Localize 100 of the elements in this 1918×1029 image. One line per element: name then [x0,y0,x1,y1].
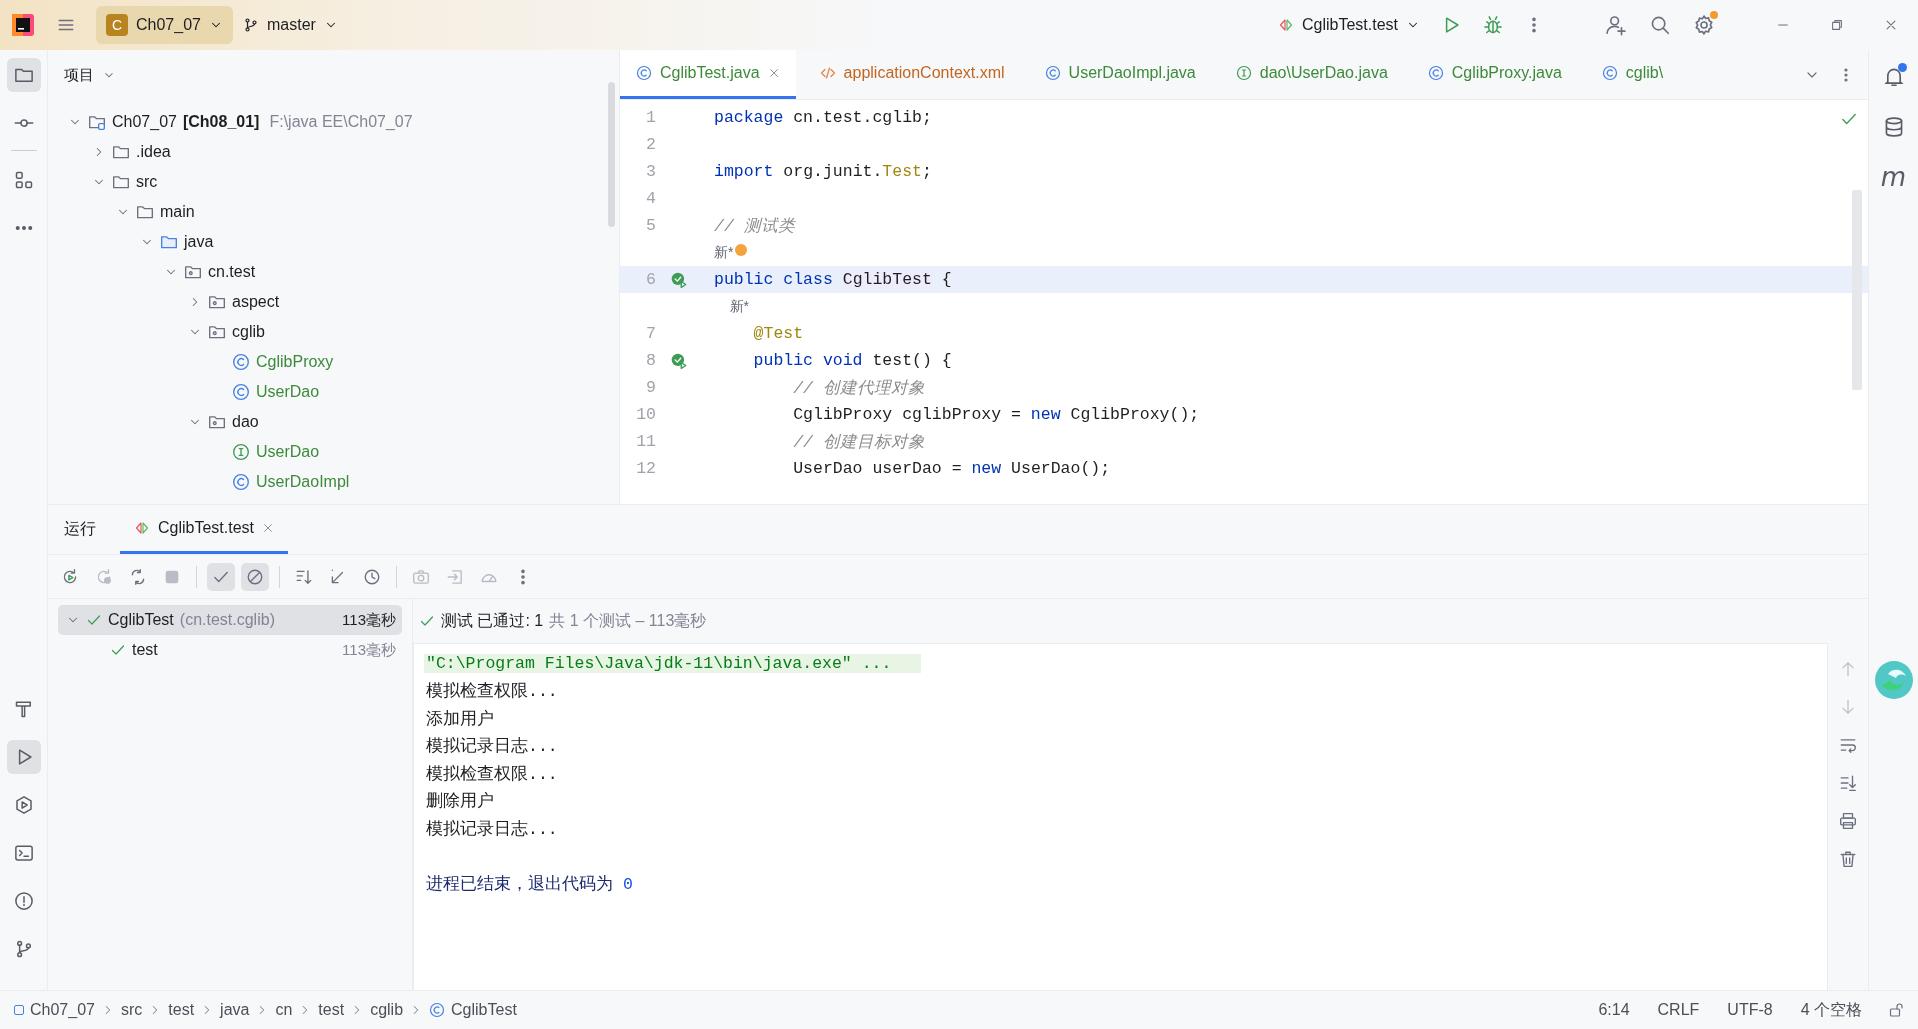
unlock-icon[interactable] [1888,1002,1904,1018]
search-icon[interactable] [1649,14,1671,36]
test-config-icon [134,520,150,536]
breadcrumb[interactable]: Ch07_07 [14,1001,95,1019]
run-test-gutter-icon[interactable] [670,351,688,370]
class-icon [1601,65,1618,81]
run-icon[interactable] [6,740,41,774]
panel-title: 运行 [64,519,96,539]
editor-tab[interactable]: cglib\ [1585,50,1680,99]
code-line: @Test [752,324,804,343]
tree-item[interactable]: UserDao [256,443,320,461]
run-tab[interactable]: CglibTest.test [120,505,289,554]
inlay-hint[interactable]: 新* [714,297,749,316]
tree-item[interactable]: cn.test [208,263,256,281]
class-icon [429,1002,446,1018]
console-line: 模拟检查权限... [426,763,558,785]
tree-item[interactable]: CglibProxy [256,353,334,371]
tree-item[interactable]: src [136,173,158,191]
tree-item[interactable]: main [160,203,195,221]
folder-icon[interactable] [6,58,41,92]
close-icon[interactable] [262,522,275,534]
interface-icon [1235,65,1252,81]
tree-item[interactable]: Ch07_07 [112,113,177,131]
add-user-icon[interactable] [1605,14,1627,36]
module-path: F:\java EE\Ch07_07 [269,113,413,131]
code-line: CglibProxy cglibProxy = new CglibProxy(); [792,405,1200,424]
tree-item[interactable]: UserDao [256,383,320,401]
test-tree-item[interactable]: test 113毫秒 [58,635,402,665]
code-line: // 测试类 [714,215,795,237]
breadcrumb[interactable]: src [120,1001,143,1019]
package-folder-icon [184,263,202,281]
project-button[interactable]: C Ch07_07 [96,6,233,44]
package-folder-icon [208,323,226,341]
xml-icon [819,65,836,81]
scrollbar[interactable] [1852,190,1862,390]
class-icon [232,353,250,371]
console-line: 模拟检查权限... [426,681,558,703]
module-alias: [Ch08_01] [182,113,260,131]
status-item[interactable]: CRLF [1657,1001,1700,1019]
editor-tab[interactable]: CglibProxy.java [1411,50,1578,99]
class-icon [232,383,250,401]
class-icon [232,473,250,491]
app-logo-icon [12,14,34,36]
console-line: 删除用户 [426,791,494,813]
folder-icon [136,203,154,221]
tree-item[interactable]: .idea [136,143,171,161]
restore-icon[interactable] [1830,18,1844,32]
breadcrumb[interactable]: CglibTest [429,1001,517,1019]
tree-item[interactable]: cglib [232,323,265,341]
run-configuration-button[interactable]: CglibTest.test [1267,6,1430,44]
status-item[interactable]: UTF-8 [1727,1001,1773,1019]
folder-icon [112,173,130,191]
project-view-dropdown[interactable]: 项目 [64,65,116,85]
line-number: 6 [645,270,656,289]
run-test-gutter-icon[interactable] [670,270,688,289]
line-number: 9 [645,378,656,397]
package-folder-icon [208,413,226,431]
code-line: package cn.test.cglib; [714,108,932,127]
editor-tab[interactable]: UserDaoImpl.java [1028,50,1212,99]
console-line: 添加用户 [426,708,494,730]
tree-item[interactable]: UserDaoImpl [256,473,350,491]
line-number: 2 [645,135,656,154]
breadcrumb[interactable]: cglib [370,1001,404,1019]
line-number: 12 [635,459,656,478]
class-icon [1427,65,1444,81]
close-icon[interactable] [1884,18,1898,32]
status-item[interactable]: 4 个空格 [1800,999,1862,1021]
editor-tab[interactable]: applicationContext.xml [803,50,1021,99]
maven-icon[interactable]: m [1876,160,1911,194]
blocked-icon[interactable] [241,562,269,591]
editor-tab[interactable]: CglibTest.java [620,50,796,99]
close-icon[interactable] [767,67,780,79]
test-tree-item[interactable]: CglibTest (cn.test.cglib) 113毫秒 [58,605,402,635]
status-item[interactable]: 6:14 [1598,1001,1630,1019]
breadcrumb[interactable]: test [168,1001,195,1019]
breadcrumb[interactable]: java [220,1001,250,1019]
tree-item[interactable]: java [184,233,214,251]
line-number: 10 [635,405,656,424]
console-line: 模拟记录日志... [426,818,558,840]
line-number: 11 [635,432,656,451]
line-number: 1 [645,108,656,127]
swirl-logo-icon[interactable] [1873,660,1914,700]
test-summary: 共 1 个测试 – 113毫秒 [549,610,707,631]
interface-icon [232,443,250,461]
settings-icon[interactable] [1693,14,1715,36]
inlay-hint[interactable]: 新* [714,243,748,262]
breadcrumb[interactable]: test [318,1001,345,1019]
editor-tab[interactable]: dao\UserDao.java [1219,50,1404,99]
scrollbar[interactable] [608,82,615,227]
console-line: 模拟记录日志... [426,736,558,758]
debug-icon[interactable] [1483,15,1503,35]
breadcrumb[interactable]: cn [275,1001,293,1019]
check-icon[interactable] [207,562,235,591]
branch-button[interactable]: master [232,6,348,44]
test-config-icon [1277,17,1294,33]
tree-item[interactable]: dao [232,413,259,431]
tree-item[interactable]: aspect [232,293,280,311]
class-icon [636,65,652,81]
code-line: UserDao userDao = new UserDao(); [792,459,1111,478]
code-line: public void test() { [752,351,952,370]
